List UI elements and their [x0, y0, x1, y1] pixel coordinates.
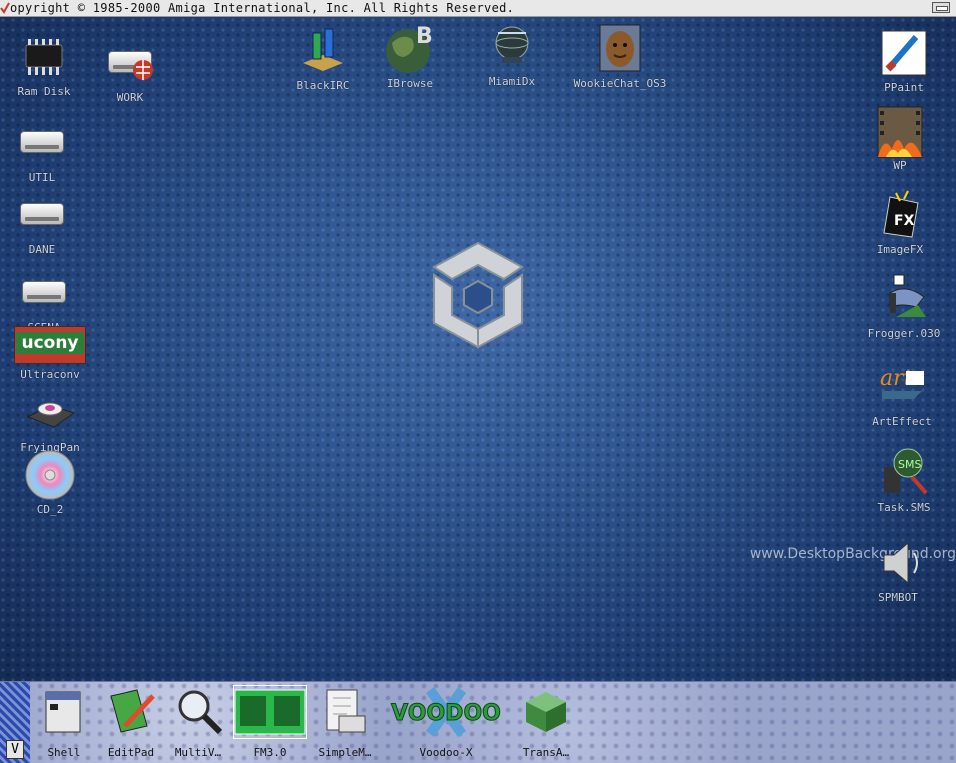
drive-icon	[14, 117, 70, 169]
screen-title: opyright © 1985-2000 Amiga International…	[10, 1, 515, 15]
svg-text:B: B	[416, 24, 433, 49]
dock-item-label: FM3.0	[253, 746, 287, 759]
voodoo-x-icon: VOODOO	[384, 686, 508, 738]
desktop-icon-wp[interactable]: WP	[852, 105, 948, 172]
desktop-icon-label: Ram Disk	[17, 85, 71, 98]
cd-icon	[22, 449, 78, 501]
desktop-icon-cd2[interactable]: CD_2	[2, 449, 98, 516]
dock-item-label: MultiV…	[174, 746, 222, 759]
desktop-icon-arteffect[interactable]: art ArtEffect	[854, 361, 950, 428]
sms-icon: SMS	[876, 447, 932, 499]
dock-item-simplemail[interactable]: SimpleM…	[312, 686, 378, 759]
dock-item-transamiga[interactable]: TransA…	[516, 686, 576, 759]
desktop-icon-ppaint[interactable]: PPaint	[856, 27, 952, 94]
paint-brush-icon	[876, 27, 932, 79]
desktop-icon-label: Ultraconv	[20, 368, 80, 381]
depth-gadget-button[interactable]	[932, 2, 950, 13]
frogger-icon	[876, 273, 932, 325]
dock-item-editpad[interactable]: EditPad	[98, 686, 164, 759]
desktop-icon-label: CD_2	[36, 503, 64, 516]
dock-item-label: TransA…	[522, 746, 570, 759]
shell-icon	[42, 686, 86, 738]
ultraconv-logo-text: ucony	[21, 333, 79, 353]
speaker-icon	[870, 537, 926, 589]
drive-icon	[14, 189, 70, 241]
desktop-icon-imagefx[interactable]: FX ImageFX	[852, 189, 948, 256]
notepad-pencil-icon	[103, 686, 159, 738]
dock-item-multiview[interactable]: MultiV…	[166, 686, 230, 759]
desktop-icon-label: WORK	[116, 91, 144, 104]
desktop-icon-label: ImageFX	[876, 243, 924, 256]
ultraconv-icon: ucony	[14, 324, 86, 366]
desktop-icon-wookiechat[interactable]: WookieChat_OS3	[572, 23, 668, 90]
frying-pan-icon	[22, 387, 78, 439]
desktop-icon-label: Frogger.030	[867, 327, 941, 340]
desktop-icon-util[interactable]: UTIL	[0, 117, 90, 184]
desktop-icon-label: PPaint	[884, 81, 924, 94]
network-icon	[484, 21, 540, 73]
sms-text: SMS	[898, 458, 921, 471]
dock-item-label: Voodoo-X	[419, 746, 473, 759]
mail-icon	[317, 686, 373, 738]
workbench-desktop[interactable]: Ram Disk WORK UTIL DANE SCENA ucony Ultr…	[0, 17, 956, 681]
desktop-icon-label: BlackIRC	[296, 79, 350, 92]
file-manager-icon	[233, 685, 307, 739]
desktop-icon-fryingpan[interactable]: FryingPan	[2, 387, 98, 454]
desktop-icon-blackirc[interactable]: BlackIRC	[275, 25, 371, 92]
desktop-icon-miamidx[interactable]: MiamiDx	[464, 21, 560, 88]
arteffect-icon: art	[874, 361, 930, 413]
screen-title-bar[interactable]: opyright © 1985-2000 Amiga International…	[0, 0, 956, 17]
dock-item-label: EditPad	[107, 746, 155, 759]
desktop-icon-spmbot[interactable]: SPMBOT	[850, 537, 946, 604]
film-fire-icon	[872, 105, 928, 158]
desktop-icon-ibrowse[interactable]: B IBrowse	[362, 23, 458, 90]
desktop-icon-task-sms[interactable]: SMS Task.SMS	[856, 447, 952, 514]
dock-item-voodoo-x[interactable]: VOODOO Voodoo-X	[384, 686, 508, 759]
desktop-icon-label: Task.SMS	[877, 501, 931, 514]
amidock-bar[interactable]: V Shell EditPad MultiV… FM3.0 SimpleM… V…	[0, 681, 956, 763]
desktop-icon-label: IBrowse	[386, 77, 434, 90]
amiga-os-logo	[432, 241, 524, 349]
desktop-icon-label: MiamiDx	[488, 75, 536, 88]
desktop-icon-label: WookieChat_OS3	[573, 77, 667, 90]
desktop-icon-work[interactable]: WORK	[82, 37, 178, 104]
ram-chip-icon	[16, 31, 72, 83]
magnifier-icon	[170, 686, 226, 738]
amiga-checkmark-icon	[0, 2, 10, 14]
desktop-icon-ram-disk[interactable]: Ram Disk	[0, 31, 92, 98]
drive-icon	[102, 37, 158, 89]
imagefx-icon: FX	[872, 189, 928, 241]
dock-menu-button[interactable]: V	[6, 740, 24, 759]
desktop-icon-label: DANE	[28, 243, 56, 256]
dock-item-label: Shell	[47, 746, 81, 759]
dock-item-shell[interactable]: Shell	[36, 686, 92, 759]
desktop-icon-label: SPMBOT	[878, 591, 918, 604]
irc-icon	[295, 25, 351, 77]
globe-icon: B	[382, 23, 438, 75]
wookie-icon	[592, 23, 648, 75]
desktop-icon-label: UTIL	[28, 171, 56, 184]
voodoo-logo-text: VOODOO	[391, 701, 501, 726]
cube-icon	[518, 686, 574, 738]
dock-item-fm30[interactable]: FM3.0	[233, 685, 307, 759]
desktop-icon-frogger[interactable]: Frogger.030	[856, 273, 952, 340]
desktop-icon-ultraconv[interactable]: ucony Ultraconv	[2, 324, 98, 381]
dock-item-label: SimpleM…	[318, 746, 372, 759]
desktop-icon-label: ArtEffect	[872, 415, 932, 428]
imagefx-text: FX	[894, 213, 915, 229]
desktop-icon-dane[interactable]: DANE	[0, 189, 90, 256]
drive-icon	[16, 267, 72, 319]
